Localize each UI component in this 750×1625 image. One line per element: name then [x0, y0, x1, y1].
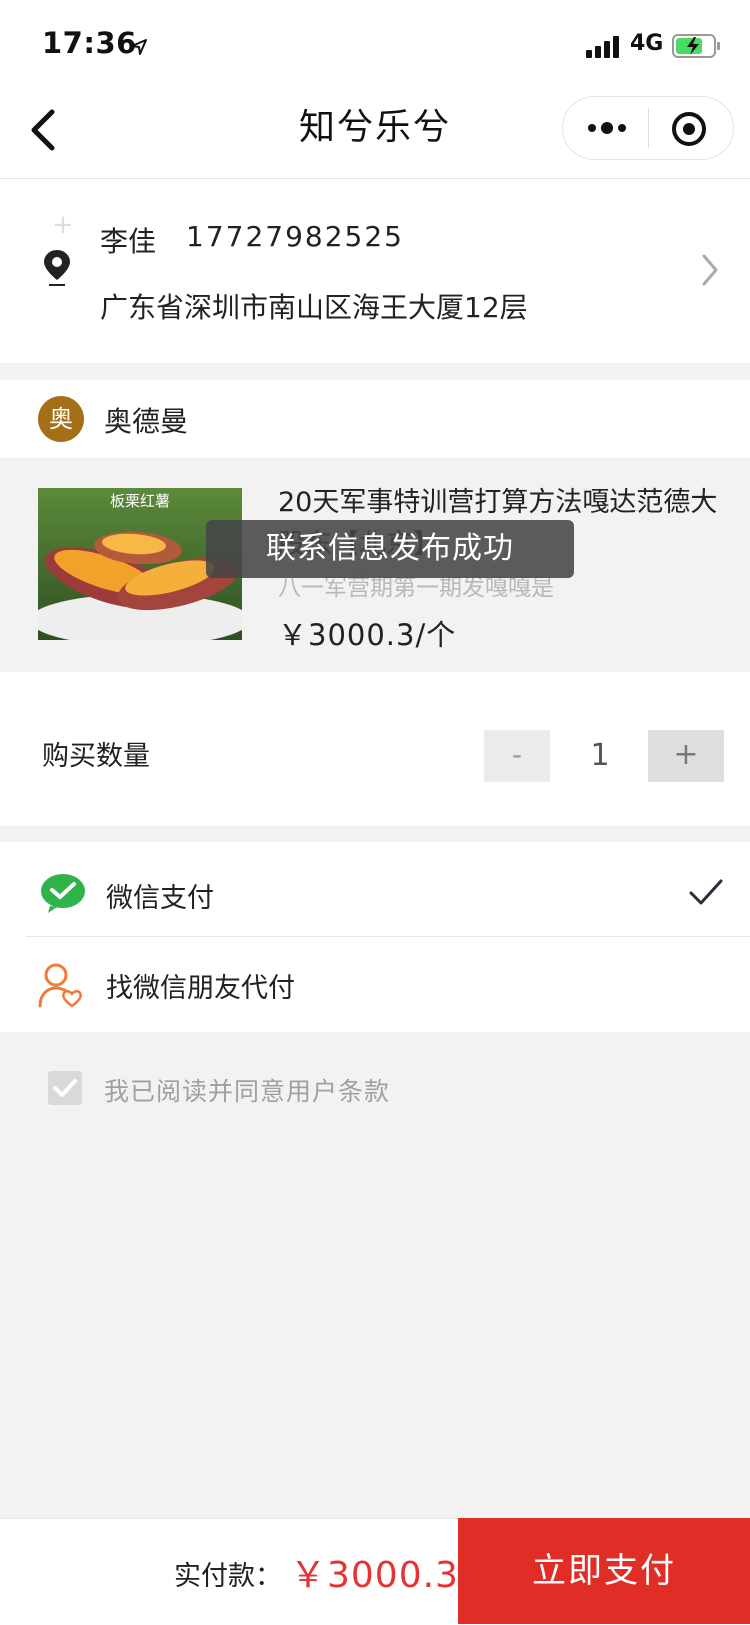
- location-pin-icon: [44, 250, 70, 286]
- decrease-quantity-button[interactable]: -: [484, 730, 550, 782]
- chevron-right-icon[interactable]: [700, 252, 720, 288]
- plus-mark: +: [52, 210, 74, 240]
- wechat-pay-option[interactable]: 微信支付: [106, 876, 214, 915]
- recipient-address: 广东省深圳市南山区海王大厦12层: [100, 291, 528, 324]
- shop-name: 奥德曼: [104, 405, 189, 438]
- status-time: 17:36: [42, 26, 137, 60]
- capsule-divider: [648, 108, 649, 148]
- more-icon[interactable]: [586, 114, 628, 142]
- target-icon[interactable]: [670, 110, 708, 148]
- shop-avatar: 奥: [38, 396, 84, 442]
- divider: [26, 936, 750, 937]
- location-arrow-icon: [131, 39, 147, 55]
- wechat-pay-icon: [41, 874, 85, 913]
- checkbox-check-icon: [53, 1079, 77, 1097]
- checkmark-icon: [689, 879, 723, 905]
- quantity-value[interactable]: 1: [568, 730, 632, 782]
- increase-quantity-button[interactable]: +: [648, 730, 724, 782]
- paid-label: 实付款：: [174, 1561, 282, 1592]
- product-price: ￥3000.3/个: [278, 618, 457, 652]
- quantity-label: 购买数量: [42, 741, 150, 772]
- pay-now-button[interactable]: 立即支付: [458, 1518, 750, 1624]
- address-card[interactable]: [0, 179, 750, 363]
- friend-pay-icon: [38, 963, 82, 1008]
- toast-message: 联系信息发布成功: [206, 520, 574, 578]
- friend-pay-option[interactable]: 找微信朋友代付: [106, 966, 295, 1005]
- network-type: 4G: [630, 31, 664, 56]
- agreement-checkbox[interactable]: [48, 1071, 82, 1105]
- paid-amount: ￥3000.3: [290, 1555, 459, 1596]
- product-image-caption: 板栗红薯: [110, 492, 170, 510]
- recipient-phone: 17727982525: [186, 220, 404, 253]
- agreement-label[interactable]: 我已阅读并同意用户条款: [104, 1072, 390, 1108]
- signal-icon: [586, 36, 619, 58]
- recipient-name: 李佳: [100, 225, 157, 258]
- battery-icon: [672, 34, 720, 58]
